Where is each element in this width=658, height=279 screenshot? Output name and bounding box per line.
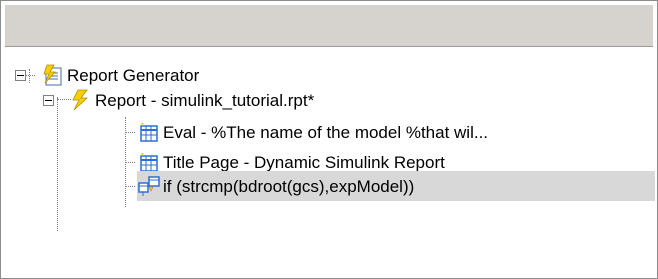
- tree-item-label: Report - simulink_tutorial.rpt*: [95, 91, 315, 110]
- tree-item-label: if (strcmp(bdroot(gcs),expModel)): [163, 177, 415, 196]
- tree-connector: [125, 186, 135, 187]
- tree-item-if[interactable]: if (strcmp(bdroot(gcs),expModel)): [115, 173, 635, 200]
- report-explorer-panel: Report Generator Report - simulink_tutor…: [0, 0, 658, 279]
- tree-item-label: Report Generator: [67, 66, 200, 85]
- logic-if-icon: [137, 175, 161, 205]
- table-component-icon: [139, 123, 159, 151]
- tree-item-report[interactable]: Report - simulink_tutorial.rpt*: [43, 87, 403, 114]
- tree-connector: [125, 162, 135, 163]
- collapse-toggle[interactable]: [43, 95, 54, 106]
- tree-connector: [125, 132, 135, 133]
- collapse-toggle[interactable]: [15, 70, 26, 81]
- tree-connector: [57, 97, 58, 231]
- tree-item-label: Eval - %The name of the model %that wil.…: [163, 123, 489, 142]
- tree-item-report-generator[interactable]: Report Generator: [15, 62, 315, 89]
- report-tree: Report Generator Report - simulink_tutor…: [5, 47, 655, 273]
- lightning-icon: [69, 89, 91, 119]
- tree-item-eval[interactable]: Eval - %The name of the model %that wil.…: [115, 119, 635, 146]
- panel-header: [5, 5, 653, 47]
